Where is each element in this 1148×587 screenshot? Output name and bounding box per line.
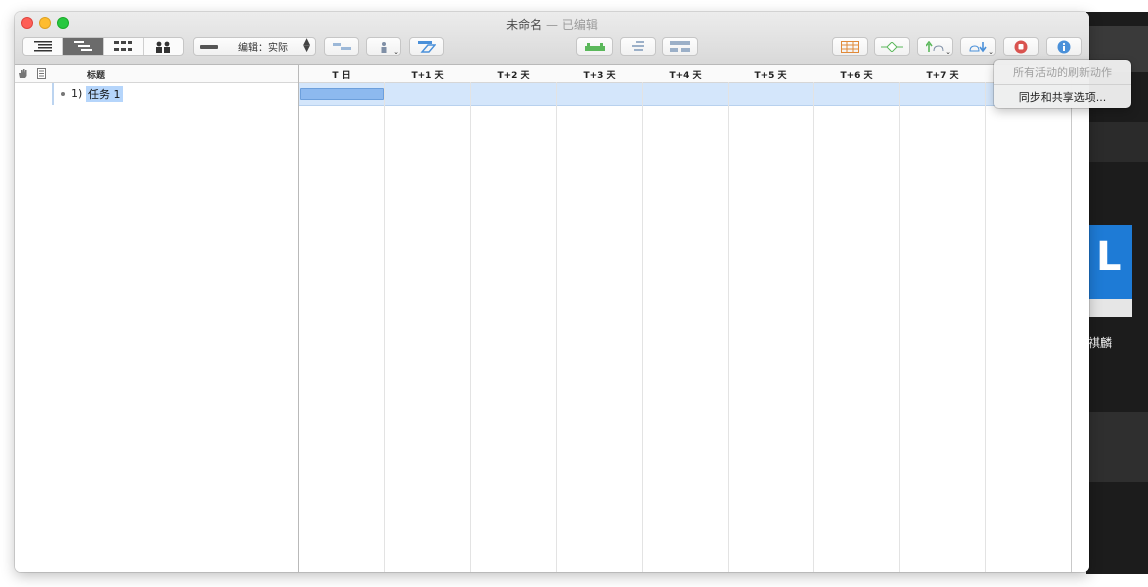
align-tasks-icon bbox=[632, 40, 644, 51]
day-header: T+5 天 bbox=[754, 71, 787, 81]
document-name: 未命名 bbox=[506, 18, 543, 32]
title-separator: — bbox=[542, 18, 562, 32]
task-outline: 标题 1) 任务 1 bbox=[15, 65, 299, 572]
day-header: T+4 天 bbox=[669, 71, 702, 81]
publish-dropdown-menu: 所有活动的刷新动作 同步和共享选项... bbox=[994, 60, 1131, 108]
milestone-button[interactable] bbox=[874, 37, 910, 56]
desktop-stripe bbox=[1086, 412, 1148, 482]
app-window: 未命名 — 已编辑 编辑：实际 ▲ ▼ ⌄ ⌄ ⌄ 标题 1) 任务 1 T 日… bbox=[15, 12, 1089, 572]
level-resources-icon bbox=[584, 42, 605, 51]
app-icon-bar bbox=[1088, 299, 1132, 317]
day-divider bbox=[642, 82, 643, 572]
info-icon bbox=[1057, 40, 1071, 53]
menu-item-refresh-all: 所有活动的刷新动作 bbox=[1013, 66, 1112, 79]
task-number: 1) bbox=[71, 87, 83, 100]
gantt-timeline: T 日 T+1 天 T+2 天 T+3 天 T+4 天 T+5 天 T+6 天 … bbox=[299, 65, 1089, 572]
title-column-header[interactable]: 标题 bbox=[87, 68, 105, 81]
publish-icon bbox=[926, 40, 944, 52]
window-title: 未命名 — 已编辑 bbox=[15, 16, 1089, 33]
day-header: T+6 天 bbox=[840, 71, 873, 81]
menu-item-sync-sharing-options[interactable]: 同步和共享选项... bbox=[994, 89, 1131, 105]
calendar-grid-icon bbox=[841, 40, 859, 53]
day-header: T 日 bbox=[332, 71, 351, 81]
day-divider bbox=[470, 82, 471, 572]
day-divider bbox=[813, 82, 814, 572]
split-tasks-button[interactable] bbox=[662, 37, 698, 56]
view-mode-segmented-control bbox=[22, 37, 184, 56]
outline-view-icon bbox=[33, 41, 52, 52]
assign-resource-button[interactable]: ⌄ bbox=[366, 37, 401, 56]
day-header: T+3 天 bbox=[583, 71, 616, 81]
baseline-button[interactable] bbox=[409, 37, 444, 56]
calendar-button[interactable] bbox=[832, 37, 868, 56]
timeline-edge bbox=[1071, 65, 1072, 572]
inspector-button[interactable] bbox=[1046, 37, 1082, 56]
gantt-view-icon bbox=[73, 41, 92, 51]
title-bar: 未命名 — 已编辑 编辑：实际 ▲ ▼ ⌄ ⌄ ⌄ bbox=[15, 12, 1089, 65]
connect-tasks-button[interactable] bbox=[324, 37, 359, 56]
task-bullet-icon bbox=[61, 92, 65, 96]
day-header: T+7 天 bbox=[926, 71, 959, 81]
view-style-label: 编辑：实际 bbox=[238, 43, 288, 54]
view-style-select[interactable]: 编辑：实际 ▲ ▼ bbox=[193, 37, 316, 56]
baseline-icon bbox=[417, 40, 436, 53]
level-resources-button[interactable] bbox=[576, 37, 613, 56]
subscribe-icon bbox=[969, 41, 987, 52]
resource-view-button[interactable] bbox=[144, 38, 183, 55]
menu-separator bbox=[994, 84, 1131, 85]
network-view-icon bbox=[114, 41, 133, 51]
align-tasks-button[interactable] bbox=[620, 37, 656, 56]
chevron-down-icon: ⌄ bbox=[393, 48, 399, 56]
selected-task-row[interactable] bbox=[299, 83, 1089, 106]
day-divider bbox=[899, 82, 900, 572]
violations-button[interactable] bbox=[1003, 37, 1039, 56]
app-logo-glyph: L bbox=[1096, 234, 1122, 280]
day-divider bbox=[556, 82, 557, 572]
day-divider bbox=[985, 82, 986, 572]
gantt-view-button[interactable] bbox=[63, 38, 104, 55]
desktop-stripe bbox=[1086, 122, 1148, 162]
row-indent-guide bbox=[52, 83, 54, 105]
task-row[interactable]: 1) 任务 1 bbox=[15, 83, 298, 105]
chevron-updown-icon: ▲ ▼ bbox=[303, 37, 310, 54]
subscribe-button[interactable]: ⌄ bbox=[960, 37, 996, 56]
task-bar[interactable] bbox=[300, 88, 384, 100]
day-header: T+1 天 bbox=[411, 71, 444, 81]
task-name-field[interactable]: 任务 1 bbox=[86, 86, 123, 102]
day-divider bbox=[728, 82, 729, 572]
chevron-down-icon: ⌄ bbox=[945, 48, 951, 56]
network-view-button[interactable] bbox=[104, 38, 144, 55]
desktop-app-icon[interactable]: L bbox=[1088, 225, 1132, 317]
connect-tasks-icon bbox=[332, 42, 351, 50]
publish-button[interactable]: ⌄ bbox=[917, 37, 953, 56]
split-tasks-icon bbox=[670, 40, 690, 52]
hand-icon[interactable] bbox=[18, 68, 28, 79]
timeline-header: T 日 T+1 天 T+2 天 T+3 天 T+4 天 T+5 天 T+6 天 … bbox=[299, 65, 1089, 83]
outline-view-button[interactable] bbox=[23, 38, 64, 55]
line-style-icon bbox=[200, 44, 218, 49]
diamond-icon bbox=[881, 41, 903, 52]
note-icon[interactable] bbox=[37, 68, 46, 79]
day-divider bbox=[384, 82, 385, 572]
edited-status: 已编辑 bbox=[561, 18, 598, 32]
person-icon bbox=[381, 41, 386, 53]
resource-view-icon bbox=[156, 41, 171, 53]
chevron-down-icon: ⌄ bbox=[988, 48, 994, 56]
day-header: T+2 天 bbox=[497, 71, 530, 81]
outline-header: 标题 bbox=[15, 65, 298, 83]
desktop-icon-caption: 祺麟 bbox=[1088, 336, 1113, 350]
stop-hand-icon bbox=[1014, 40, 1028, 53]
